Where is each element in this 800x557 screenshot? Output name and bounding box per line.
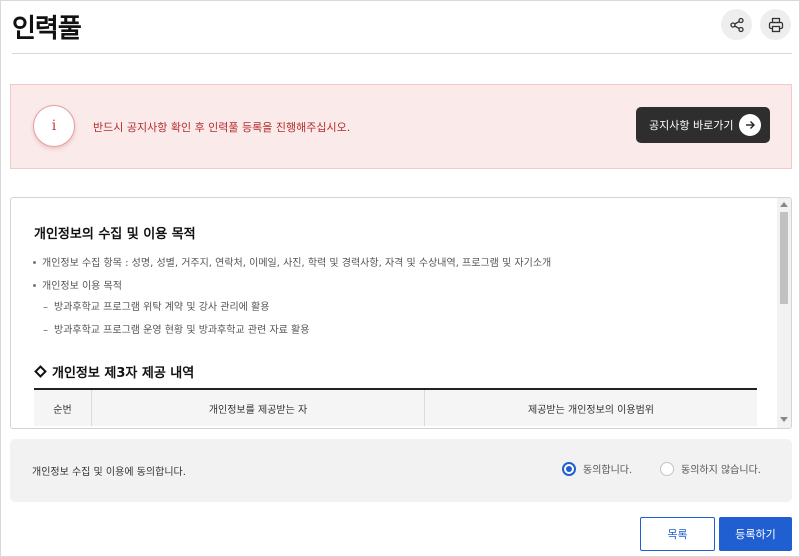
notice-link-button[interactable]: 공지사항 바로가기: [636, 107, 770, 143]
table-header-cell: 순번: [34, 390, 92, 426]
disagree-radio[interactable]: 동의하지 않습니다.: [660, 461, 761, 476]
agree-radio[interactable]: 동의합니다.: [562, 461, 632, 476]
header-divider: [12, 53, 792, 54]
privacy-sub-item: – 방과후학교 프로그램 위탁 계약 및 강사 관리에 활용: [43, 298, 269, 313]
privacy-terms-content: 개인정보의 수집 및 이용 목적 개인정보 수집 항목 : 성명, 성별, 거주…: [11, 198, 777, 428]
table-header-row: 순번 개인정보를 제공받는 자 제공받는 개인정보의 이용범위: [34, 390, 757, 426]
page-title: 인력풀: [12, 14, 82, 44]
third-party-section-title: 개인정보 제3자 제공 내역: [34, 362, 194, 381]
dash-mark: –: [43, 302, 48, 313]
privacy-bullet: 개인정보 이용 목적: [33, 277, 122, 292]
register-button[interactable]: 등록하기: [719, 517, 792, 551]
scroll-down-arrow-icon[interactable]: [780, 417, 788, 422]
vertical-scrollbar[interactable]: [777, 198, 791, 428]
info-icon: i: [33, 105, 75, 147]
scroll-up-arrow-icon[interactable]: [780, 202, 788, 207]
arrow-right-icon: [739, 114, 761, 136]
printer-icon: [768, 17, 783, 32]
privacy-sub-item-text: 방과후학교 프로그램 위탁 계약 및 강사 관리에 활용: [54, 302, 270, 313]
share-icon: [729, 17, 744, 32]
notice-message: 반드시 공지사항 확인 후 인력풀 등록을 진행해주십시오.: [93, 121, 351, 134]
notice-link-label: 공지사항 바로가기: [649, 119, 734, 132]
dash-mark: –: [43, 325, 48, 336]
privacy-bullet: 개인정보 수집 항목 : 성명, 성별, 거주지, 연락처, 이메일, 사진, …: [33, 254, 551, 269]
radio-checked-icon[interactable]: [562, 461, 576, 476]
page-header: 인력풀: [0, 0, 800, 54]
privacy-section-title: 개인정보의 수집 및 이용 목적: [34, 227, 196, 242]
notice-banner: i 반드시 공지사항 확인 후 인력풀 등록을 진행해주십시오. 공지사항 바로…: [10, 84, 792, 169]
privacy-bullet-text: 개인정보 이용 목적: [42, 281, 122, 292]
bullet-dot: [33, 283, 36, 287]
third-party-title-text: 개인정보 제3자 제공 내역: [52, 366, 195, 381]
table-header-cell: 개인정보를 제공받는 자: [92, 390, 425, 426]
third-party-table: 순번 개인정보를 제공받는 자 제공받는 개인정보의 이용범위: [34, 388, 757, 426]
print-button[interactable]: [760, 9, 791, 40]
bullet-dot: [33, 260, 36, 264]
scrollbar-thumb[interactable]: [780, 212, 788, 304]
privacy-sub-item: – 방과후학교 프로그램 운영 현황 및 방과후학교 관련 자료 활용: [43, 321, 309, 336]
table-header-cell: 제공받는 개인정보의 이용범위: [528, 404, 654, 416]
privacy-sub-item-text: 방과후학교 프로그램 운영 현황 및 방과후학교 관련 자료 활용: [54, 325, 310, 336]
consent-label: 개인정보 수집 및 이용에 동의합니다.: [32, 467, 186, 478]
privacy-terms-box[interactable]: 개인정보의 수집 및 이용 목적 개인정보 수집 항목 : 성명, 성별, 거주…: [10, 197, 792, 429]
consent-panel: 개인정보 수집 및 이용에 동의합니다. 동의합니다. 동의하지 않습니다.: [10, 439, 792, 502]
share-button[interactable]: [721, 9, 752, 40]
diamond-icon: [34, 365, 47, 378]
radio-unchecked-icon[interactable]: [660, 461, 674, 476]
list-button[interactable]: 목록: [640, 517, 715, 551]
disagree-radio-label: 동의하지 않습니다.: [681, 465, 761, 476]
agree-radio-label: 동의합니다.: [583, 465, 633, 476]
privacy-bullet-text: 개인정보 수집 항목 : 성명, 성별, 거주지, 연락처, 이메일, 사진, …: [42, 258, 552, 269]
